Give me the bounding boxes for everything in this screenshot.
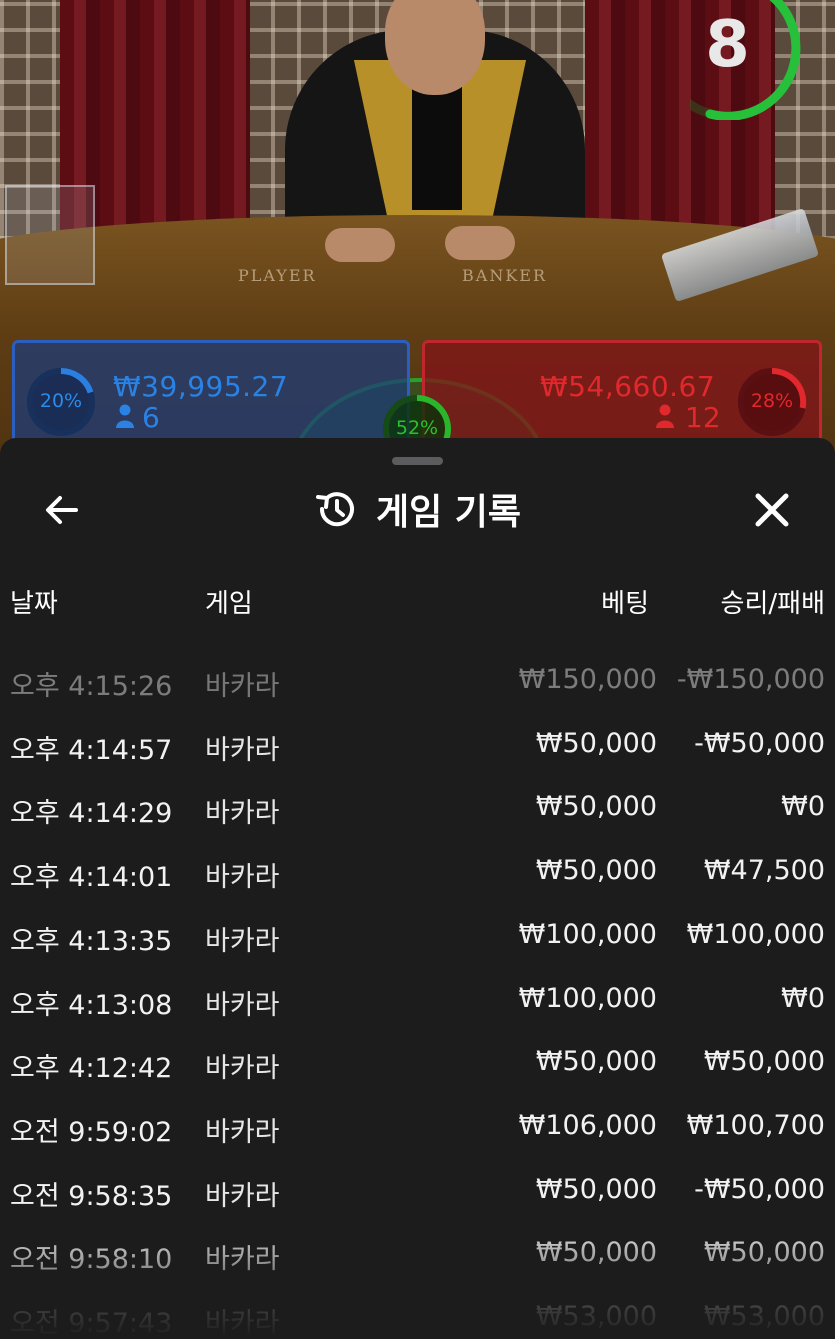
history-row-time: 오전 9:57:43	[10, 1308, 173, 1339]
history-row-bet: ₩50,000	[535, 855, 657, 887]
history-row-result: -₩50,000	[694, 1173, 825, 1205]
history-row[interactable]: 오후 4:14:57 바카라 ₩50,000 -₩50,000	[0, 712, 835, 776]
history-row-game: 바카라	[205, 734, 280, 766]
history-row[interactable]: 오후 4:14:29 바카라 ₩50,000 ₩0	[0, 775, 835, 839]
history-row-game: 바카라	[205, 1180, 280, 1212]
player-total-bet: ₩39,995.27	[113, 370, 289, 403]
history-row-time: 오후 4:12:42	[10, 1053, 173, 1085]
history-row-time: 오전 9:59:02	[10, 1116, 173, 1148]
dealer-hand-right	[445, 226, 515, 260]
history-icon	[315, 492, 354, 527]
banker-count-person-icon	[656, 404, 674, 428]
history-row-result: ₩100,700	[686, 1109, 825, 1141]
sheet-header: 게임 기록	[0, 484, 835, 534]
history-row-bet: ₩50,000	[535, 1237, 657, 1269]
history-row-game: 바카라	[205, 1116, 280, 1148]
sheet-drag-handle[interactable]	[392, 457, 443, 465]
history-row-bet: ₩50,000	[535, 1046, 657, 1078]
history-row-time: 오후 4:15:26	[10, 671, 173, 702]
history-row[interactable]: 오전 9:59:02 바카라 ₩106,000 ₩100,700	[0, 1094, 835, 1158]
history-row-game: 바카라	[205, 989, 280, 1021]
history-row-game: 바카라	[205, 1308, 280, 1339]
history-row[interactable]: 오후 4:13:08 바카라 ₩100,000 ₩0	[0, 967, 835, 1031]
history-row-result: -₩50,000	[694, 727, 825, 759]
history-row-game: 바카라	[205, 862, 280, 894]
tie-percent: 52%	[395, 417, 439, 439]
history-row-game: 바카라	[205, 798, 280, 830]
history-row-result: ₩0	[781, 982, 825, 1014]
banker-total-bet: ₩54,660.67	[540, 370, 716, 403]
player-percent: 20%	[39, 390, 83, 412]
countdown-value: 8	[705, 8, 750, 82]
history-row-result: ₩100,000	[686, 918, 825, 950]
history-row[interactable]: 오전 9:58:35 바카라 ₩50,000 -₩50,000	[0, 1158, 835, 1222]
history-row[interactable]: 오후 4:14:01 바카라 ₩50,000 ₩47,500	[0, 839, 835, 903]
history-row-time: 오후 4:13:08	[10, 989, 173, 1021]
history-row[interactable]: 오후 4:13:35 바카라 ₩100,000 ₩100,000	[0, 903, 835, 967]
column-header-bet: 베팅	[601, 589, 649, 619]
history-row-game: 바카라	[205, 1053, 280, 1085]
history-row-result: ₩53,000	[703, 1301, 825, 1332]
history-row[interactable]: 오후 4:12:42 바카라 ₩50,000 ₩50,000	[0, 1030, 835, 1094]
close-button[interactable]	[750, 488, 794, 532]
history-row-result: -₩150,000	[676, 664, 825, 695]
close-icon	[755, 493, 789, 527]
history-row-bet: ₩100,000	[518, 982, 657, 1014]
history-row-time: 오후 4:14:01	[10, 862, 173, 894]
player-count: 6	[142, 401, 160, 434]
history-row-bet: ₩100,000	[518, 918, 657, 950]
history-row-game: 바카라	[205, 1244, 280, 1276]
history-row-time: 오전 9:58:10	[10, 1244, 173, 1276]
history-row-time: 오전 9:58:35	[10, 1180, 173, 1212]
history-row-result: ₩50,000	[703, 1237, 825, 1269]
column-header-winloss: 승리/패배	[720, 589, 825, 619]
history-row-time: 오후 4:13:35	[10, 925, 173, 957]
history-row-bet: ₩50,000	[535, 727, 657, 759]
history-row-bet: ₩106,000	[518, 1109, 657, 1141]
history-row-time: 오후 4:14:57	[10, 734, 173, 766]
dealer-hand-left	[325, 228, 395, 262]
history-row-game: 바카라	[205, 671, 280, 702]
history-row-time: 오후 4:14:29	[10, 798, 173, 830]
table-label-banker: BANKER	[462, 266, 547, 285]
history-row-game: 바카라	[205, 925, 280, 957]
history-row-bet: ₩50,000	[535, 1173, 657, 1205]
player-count-person-icon	[116, 404, 134, 428]
sheet-title: 게임 기록	[375, 492, 521, 533]
history-row-result: ₩0	[781, 791, 825, 823]
history-row-result: ₩50,000	[703, 1046, 825, 1078]
history-row-result: ₩47,500	[703, 855, 825, 887]
column-header-date: 날짜	[10, 589, 58, 619]
history-row-bet: ₩53,000	[535, 1301, 657, 1332]
history-row[interactable]: 오전 9:58:10 바카라 ₩50,000 ₩50,000	[0, 1221, 835, 1285]
history-row-bet: ₩50,000	[535, 791, 657, 823]
table-label-player: PLAYER	[238, 266, 317, 285]
banker-count: 12	[685, 401, 721, 434]
game-history-sheet: 게임 기록 날짜 게임 베팅 승리/패배 오후 4:15:26 바카라 ₩150,0…	[0, 438, 835, 1339]
discard-tray	[5, 185, 95, 285]
banker-percent: 28%	[750, 390, 794, 412]
column-header-game: 게임	[205, 589, 253, 619]
history-row[interactable]: 오전 9:57:43 바카라 ₩53,000 ₩53,000	[0, 1285, 835, 1339]
history-row[interactable]: 오후 4:15:26 바카라 ₩150,000 -₩150,000	[0, 648, 835, 712]
history-row-bet: ₩150,000	[518, 664, 657, 695]
